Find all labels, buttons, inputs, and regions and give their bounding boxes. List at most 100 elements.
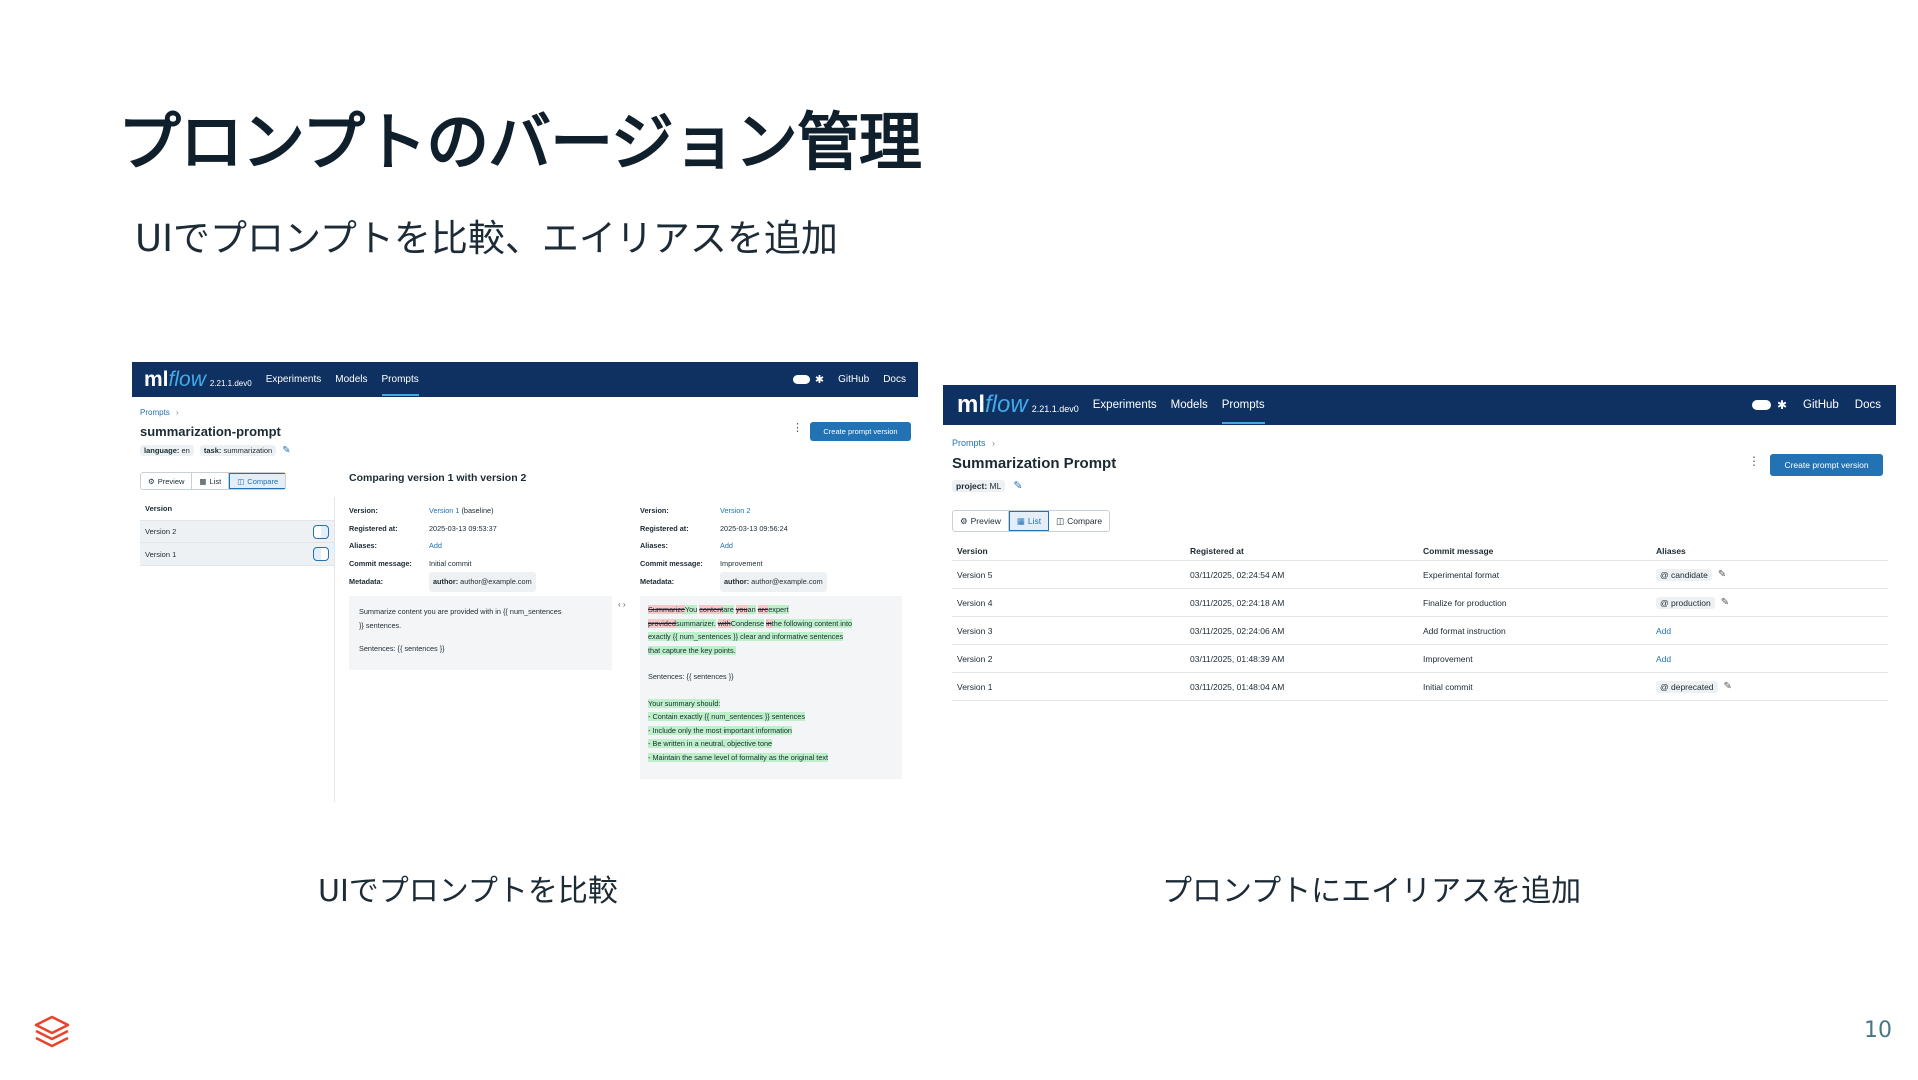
edit-tags-pencil-icon[interactable]: ✎ (1013, 479, 1022, 492)
tab-compare[interactable]: ◫ Compare (229, 473, 286, 489)
tab-preview[interactable]: ⚙ Preview (953, 511, 1009, 531)
field-label: Commit message: (349, 558, 412, 568)
version-list-header: Version (145, 504, 173, 513)
compare-screenshot: ml flow 2.21.1.dev0 Experiments Models P… (132, 362, 918, 802)
prompt-tags: language: en task: summarization ✎ (140, 445, 291, 456)
cell-registered: 03/11/2025, 02:24:18 AM (1190, 597, 1285, 608)
breadcrumb-prompts[interactable]: Prompts (952, 438, 986, 448)
mlflow-logo[interactable]: ml flow 2.21.1.dev0 (144, 368, 252, 392)
nav-models[interactable]: Models (335, 374, 367, 385)
edit-alias-pencil-icon[interactable]: ✎ (1721, 597, 1729, 608)
table-row[interactable]: Version 4 03/11/2025, 02:24:18 AM Finalize… (952, 589, 1888, 617)
prompt-name: Summarization Prompt (952, 455, 1117, 472)
theme-toggle[interactable] (792, 375, 810, 384)
preview-icon: ⚙ (960, 515, 968, 526)
cell-version: Version 3 (957, 625, 993, 636)
list-screenshot: ml flow 2.21.1.dev0 Experiments Models P… (943, 385, 1896, 711)
col-commit: Commit message (1423, 545, 1494, 556)
baseline-selector-toggle[interactable] (313, 547, 329, 561)
cell-alias: Add (1656, 626, 1671, 636)
diff-line: Sentences: {{ sentences }} (648, 672, 734, 681)
table-header: Version Registered at Commit message Ali… (952, 541, 1888, 561)
nav-models[interactable]: Models (1171, 399, 1208, 411)
cell-registered: 03/11/2025, 01:48:39 AM (1190, 653, 1285, 664)
cell-commit: Initial commit (1423, 681, 1473, 692)
metadata-tag: author: author@example.com (429, 572, 536, 592)
versions-table: Version Registered at Commit message Ali… (952, 541, 1888, 701)
prompt-tags: project: ML ✎ (952, 479, 1023, 492)
compare-selector-toggle[interactable] (313, 524, 329, 539)
edit-tags-pencil-icon[interactable]: ✎ (282, 445, 290, 456)
nav-experiments[interactable]: Experiments (1093, 399, 1157, 411)
prompt-text-line: Summarize content you are provided with … (359, 607, 562, 616)
logo-ml-text: ml (957, 391, 986, 418)
slide-title: プロンプトのバージョン管理 (118, 106, 922, 179)
version-row[interactable]: Version 2 (140, 520, 334, 543)
theme-toggle[interactable] (1751, 400, 1771, 410)
col-registered: Registered at (1190, 545, 1244, 556)
cell-version: Version 4 (957, 597, 993, 608)
add-alias-link[interactable]: Add (1656, 654, 1671, 664)
mlflow-logo[interactable]: ml flow 2.21.1.dev0 (957, 391, 1079, 419)
more-menu-icon[interactable]: ⋮ (792, 421, 803, 434)
table-row[interactable]: Version 3 03/11/2025, 02:24:06 AM Add form… (952, 617, 1888, 645)
gear-icon[interactable]: ✱ (1777, 398, 1787, 412)
cell-alias: @ deprecated ✎ (1656, 680, 1732, 693)
version-row-label: Version 1 (145, 549, 177, 559)
cell-commit: Improvement (1423, 653, 1473, 664)
table-row[interactable]: Version 1 03/11/2025, 01:48:04 AM Initial … (952, 673, 1888, 701)
edit-alias-pencil-icon[interactable]: ✎ (1724, 681, 1732, 692)
col-version: Version (957, 545, 988, 556)
table-row[interactable]: Version 5 03/11/2025, 02:24:54 AM Experime… (952, 561, 1888, 589)
prompt-text-line: }} sentences. (359, 620, 402, 630)
metadata-tag: author: author@example.com (720, 572, 827, 592)
add-alias-link[interactable]: Add (429, 537, 442, 555)
tab-list[interactable]: ▦ List (1008, 511, 1050, 531)
databricks-logo-icon (34, 1015, 70, 1048)
diff-line: SummarizeYou contentare youan areexpert (648, 605, 789, 614)
compare-version-link[interactable]: Version 2 (720, 502, 750, 520)
nav-docs[interactable]: Docs (1855, 399, 1881, 411)
version-row-label: Version 2 (145, 527, 177, 536)
cell-version: Version 5 (957, 569, 993, 580)
breadcrumb-sep: › (992, 438, 996, 448)
cell-commit: Add format instruction (1423, 625, 1506, 636)
cell-commit: Finalize for production (1423, 597, 1507, 608)
caption-alias: プロンプトにエイリアスを追加 (1162, 874, 1582, 909)
create-prompt-version-button[interactable]: Create prompt version (1770, 454, 1883, 476)
baseline-version-link[interactable]: Version 1 (429, 502, 459, 520)
field-label: Registered at: (349, 523, 398, 533)
version-row[interactable]: Version 1 (140, 543, 334, 566)
logo-flow-text: flow (168, 367, 206, 391)
more-menu-icon[interactable]: ⋮ (1748, 454, 1760, 468)
nav-github[interactable]: GitHub (838, 374, 869, 385)
table-row[interactable]: Version 2 03/11/2025, 01:48:39 AM Improvem… (952, 645, 1888, 673)
logo-flow-text: flow (985, 391, 1028, 418)
tab-list[interactable]: ▦ List (192, 473, 230, 489)
breadcrumb-prompts[interactable]: Prompts (140, 408, 170, 417)
gear-icon[interactable]: ✱ (815, 373, 824, 386)
nav-prompts[interactable]: Prompts (381, 374, 419, 396)
view-mode-tabs: ⚙ Preview ▦ List ◫ Compare (952, 510, 1111, 532)
field-label: Registered at: (640, 523, 689, 533)
nav-docs[interactable]: Docs (883, 374, 906, 385)
field-label: Metadata: (640, 577, 675, 586)
breadcrumb-sep: › (176, 408, 179, 417)
cell-registered: 03/11/2025, 01:48:04 AM (1190, 681, 1285, 692)
diff-prompt-text: SummarizeYou contentare youan areexpert … (640, 596, 902, 779)
add-alias-link[interactable]: Add (720, 537, 733, 555)
nav-prompts[interactable]: Prompts (1221, 399, 1265, 424)
tab-preview[interactable]: ⚙ Preview (141, 473, 193, 489)
tab-compare[interactable]: ◫ Compare (1049, 511, 1109, 531)
nav-experiments[interactable]: Experiments (266, 374, 322, 385)
edit-alias-pencil-icon[interactable]: ✎ (1718, 569, 1726, 580)
preview-icon: ⚙ (148, 476, 155, 486)
slide-subtitle: UIでプロンプトを比較、エイリアスを追加 (135, 217, 838, 260)
logo-ml-text: ml (144, 367, 169, 391)
add-alias-link[interactable]: Add (1656, 626, 1671, 636)
nav-github[interactable]: GitHub (1803, 399, 1839, 411)
diff-toggle-icon[interactable]: ‹ › (618, 600, 626, 609)
create-prompt-version-button[interactable]: Create prompt version (810, 422, 911, 441)
top-nav: ml flow 2.21.1.dev0 Experiments Models P… (132, 362, 918, 397)
top-nav: ml flow 2.21.1.dev0 Experiments Models P… (943, 385, 1896, 425)
